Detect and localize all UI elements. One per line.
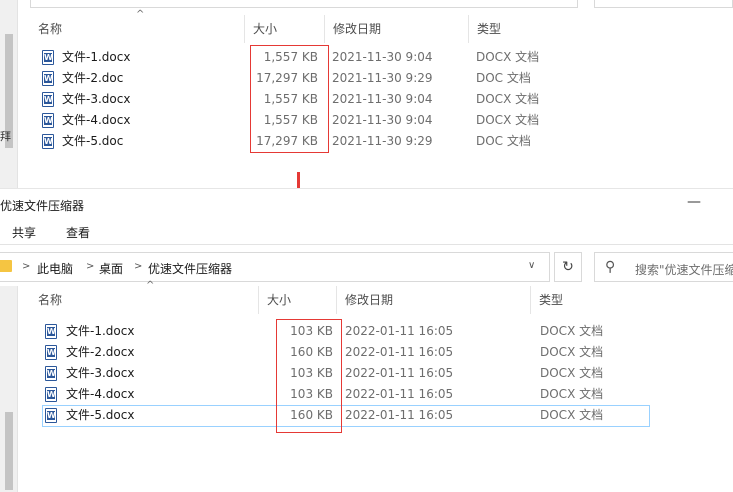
column-header-type[interactable]: 类型 [531,286,654,314]
word-document-icon [42,113,54,128]
table-row[interactable]: 文件-5.docx160 KB2022-01-11 16:05DOCX 文档 [43,405,653,426]
column-header-type[interactable]: 类型 [469,15,590,43]
chevron-right-icon[interactable]: > [22,261,30,272]
window-title: 优速文件压缩器 [0,199,85,213]
file-modified-date: 2021-11-30 9:29 [332,71,433,85]
column-header-size[interactable]: 大小 [245,15,325,43]
file-type: DOCX 文档 [540,387,604,401]
word-document-icon [42,50,54,65]
word-document-icon [45,387,57,402]
file-name: 文件-1.docx [62,50,131,64]
word-document-icon [45,408,57,423]
file-modified-date: 2022-01-11 16:05 [345,408,454,422]
refresh-icon: ↻ [562,259,574,275]
search-icon: ⚲ [605,259,616,275]
file-list-header: ^ 名称 大小 修改日期 类型 [30,9,590,43]
tab-share[interactable]: 共享 [12,224,36,241]
address-bar[interactable]: > 此电脑 > 桌面 > 优速文件压缩器 ∨ [0,252,550,282]
minimize-button[interactable]: — [684,193,704,213]
column-header-date[interactable]: 修改日期 [325,15,469,43]
table-row[interactable]: 文件-1.docx103 KB2022-01-11 16:05DOCX 文档 [43,321,653,342]
breadcrumb-desktop[interactable]: 桌面 [99,260,123,277]
column-header-name[interactable]: 名称 [30,15,245,43]
file-type: DOCX 文档 [476,92,540,106]
navigation-pane-scrollbar[interactable] [0,286,18,492]
file-modified-date: 2021-11-30 9:04 [332,92,433,106]
refresh-button[interactable]: ↻ [554,252,582,282]
breadcrumb-current-folder[interactable]: 优速文件压缩器 [148,260,232,277]
file-type: DOC 文档 [476,71,531,85]
file-type: DOCX 文档 [540,345,604,359]
scrollbar-thumb[interactable] [5,412,13,490]
file-modified-date: 2021-11-30 9:04 [332,113,433,127]
chevron-down-icon[interactable]: ∨ [528,260,535,271]
file-name: 文件-3.docx [62,92,131,106]
nav-pane-partial-text: 拜 [0,130,11,143]
chevron-right-icon[interactable]: > [134,261,142,272]
word-document-icon [42,71,54,86]
size-highlight-box [250,45,329,153]
column-header-name[interactable]: 名称 [30,286,259,314]
table-row[interactable]: 文件-2.docx160 KB2022-01-11 16:05DOCX 文档 [43,342,653,363]
original-explorer-window: 拜 ^ 名称 大小 修改日期 类型 文件-1.docx1,557 KB2021-… [0,0,733,188]
file-type: DOC 文档 [476,134,531,148]
word-document-icon [42,134,54,149]
file-name: 文件-1.docx [66,324,135,338]
file-modified-date: 2021-11-30 9:04 [332,50,433,64]
file-modified-date: 2022-01-11 16:05 [345,345,454,359]
file-modified-date: 2022-01-11 16:05 [345,387,454,401]
word-document-icon [45,366,57,381]
word-document-icon [45,345,57,360]
file-name: 文件-4.docx [62,113,131,127]
file-type: DOCX 文档 [476,113,540,127]
file-name: 文件-3.docx [66,366,135,380]
column-header-date[interactable]: 修改日期 [337,286,531,314]
word-document-icon [45,324,57,339]
table-row[interactable]: 文件-4.docx103 KB2022-01-11 16:05DOCX 文档 [43,384,653,405]
breadcrumb-this-pc[interactable]: 此电脑 [37,260,73,277]
table-row[interactable]: 文件-3.docx103 KB2022-01-11 16:05DOCX 文档 [43,363,653,384]
file-name: 文件-5.doc [62,134,124,148]
file-modified-date: 2021-11-30 9:29 [332,134,433,148]
address-row: > 此电脑 > 桌面 > 优速文件压缩器 ∨ ↻ ⚲ 搜索"优速文件压缩 [0,252,733,282]
file-type: DOCX 文档 [540,324,604,338]
file-type: DOCX 文档 [540,408,604,422]
tab-view[interactable]: 查看 [66,224,90,241]
navigation-pane-scrollbar[interactable]: 拜 [0,0,18,188]
window-frame-edge [594,0,733,8]
search-input[interactable]: ⚲ 搜索"优速文件压缩 [594,252,733,282]
file-name: 文件-4.docx [66,387,135,401]
folder-icon [0,260,12,272]
file-modified-date: 2022-01-11 16:05 [345,366,454,380]
chevron-right-icon[interactable]: > [86,261,94,272]
file-name: 文件-2.doc [62,71,124,85]
title-bar: 优速文件压缩器 — [0,189,733,219]
window-frame-edge [30,0,578,8]
size-highlight-box [276,319,342,433]
file-name: 文件-5.docx [66,408,135,422]
ribbon-tabs: 共享 查看 [0,221,733,245]
file-type: DOCX 文档 [540,366,604,380]
word-document-icon [42,92,54,107]
file-list-header: ^ 名称 大小 修改日期 类型 [30,280,654,314]
file-type: DOCX 文档 [476,50,540,64]
file-modified-date: 2022-01-11 16:05 [345,324,454,338]
search-placeholder: 搜索"优速文件压缩 [635,263,733,277]
column-header-size[interactable]: 大小 [259,286,337,314]
file-name: 文件-2.docx [66,345,135,359]
